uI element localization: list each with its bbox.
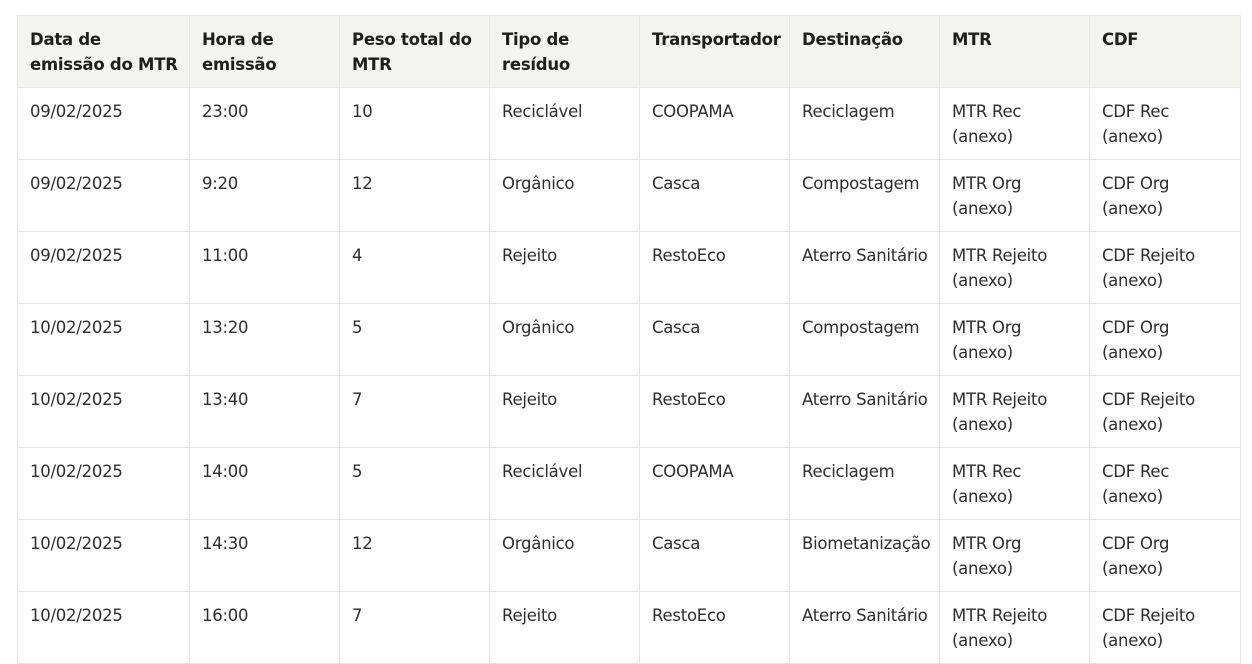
cell-mtr: MTR Rec (anexo) — [939, 447, 1090, 520]
column-header-data-emissao: Data de emissão do MTR — [17, 15, 190, 88]
cell-transportador: RestoEco — [639, 231, 790, 304]
table-row: 10/02/2025 13:20 5 Orgânico Casca Compos… — [17, 303, 1241, 376]
cell-peso-total: 7 — [339, 591, 490, 664]
cell-data-emissao: 09/02/2025 — [17, 231, 190, 304]
cell-destinacao: Reciclagem — [789, 87, 940, 160]
cell-peso-total: 10 — [339, 87, 490, 160]
cell-mtr: MTR Rec (anexo) — [939, 87, 1090, 160]
table-row: 10/02/2025 14:00 5 Reciclável COOPAMA Re… — [17, 447, 1241, 520]
cell-hora-emissao: 13:40 — [189, 375, 340, 448]
cell-hora-emissao: 23:00 — [189, 87, 340, 160]
column-header-hora-emissao: Hora de emissão — [189, 15, 340, 88]
cell-transportador: RestoEco — [639, 591, 790, 664]
cell-cdf: CDF Org (anexo) — [1089, 303, 1241, 376]
table-body: 09/02/2025 23:00 10 Reciclável COOPAMA R… — [17, 87, 1241, 664]
cell-peso-total: 12 — [339, 159, 490, 232]
cell-hora-emissao: 14:00 — [189, 447, 340, 520]
cell-tipo-residuo: Orgânico — [489, 519, 640, 592]
cell-tipo-residuo: Reciclável — [489, 447, 640, 520]
cell-cdf: CDF Org (anexo) — [1089, 519, 1241, 592]
cell-tipo-residuo: Orgânico — [489, 303, 640, 376]
cell-destinacao: Compostagem — [789, 159, 940, 232]
cell-transportador: Casca — [639, 159, 790, 232]
table-row: 10/02/2025 16:00 7 Rejeito RestoEco Ater… — [17, 591, 1241, 664]
cell-cdf: CDF Rec (anexo) — [1089, 87, 1241, 160]
cell-data-emissao: 10/02/2025 — [17, 303, 190, 376]
cell-tipo-residuo: Rejeito — [489, 231, 640, 304]
cell-tipo-residuo: Orgânico — [489, 159, 640, 232]
cell-peso-total: 5 — [339, 447, 490, 520]
cell-hora-emissao: 16:00 — [189, 591, 340, 664]
cell-mtr: MTR Org (anexo) — [939, 159, 1090, 232]
table-row: 09/02/2025 9:20 12 Orgânico Casca Compos… — [17, 159, 1241, 232]
table-row: 09/02/2025 23:00 10 Reciclável COOPAMA R… — [17, 87, 1241, 160]
cell-cdf: CDF Rejeito (anexo) — [1089, 231, 1241, 304]
cell-mtr: MTR Rejeito (anexo) — [939, 231, 1090, 304]
cell-tipo-residuo: Reciclável — [489, 87, 640, 160]
cell-hora-emissao: 11:00 — [189, 231, 340, 304]
cell-peso-total: 5 — [339, 303, 490, 376]
column-header-cdf: CDF — [1089, 15, 1241, 88]
cell-transportador: COOPAMA — [639, 447, 790, 520]
table-row: 10/02/2025 13:40 7 Rejeito RestoEco Ater… — [17, 375, 1241, 448]
cell-transportador: Casca — [639, 303, 790, 376]
cell-destinacao: Aterro Sanitário — [789, 375, 940, 448]
cell-data-emissao: 09/02/2025 — [17, 159, 190, 232]
cell-tipo-residuo: Rejeito — [489, 375, 640, 448]
column-header-tipo-residuo: Tipo de resíduo — [489, 15, 640, 88]
cell-cdf: CDF Rejeito (anexo) — [1089, 375, 1241, 448]
cell-data-emissao: 10/02/2025 — [17, 447, 190, 520]
column-header-destinacao: Destinação — [789, 15, 940, 88]
cell-destinacao: Compostagem — [789, 303, 940, 376]
cell-mtr: MTR Org (anexo) — [939, 303, 1090, 376]
table-row: 09/02/2025 11:00 4 Rejeito RestoEco Ater… — [17, 231, 1241, 304]
cell-transportador: COOPAMA — [639, 87, 790, 160]
cell-data-emissao: 10/02/2025 — [17, 375, 190, 448]
cell-destinacao: Biometanização — [789, 519, 940, 592]
cell-cdf: CDF Org (anexo) — [1089, 159, 1241, 232]
cell-peso-total: 4 — [339, 231, 490, 304]
cell-peso-total: 12 — [339, 519, 490, 592]
cell-cdf: CDF Rec (anexo) — [1089, 447, 1241, 520]
column-header-mtr: MTR — [939, 15, 1090, 88]
cell-destinacao: Aterro Sanitário — [789, 231, 940, 304]
cell-mtr: MTR Org (anexo) — [939, 519, 1090, 592]
cell-mtr: MTR Rejeito (anexo) — [939, 591, 1090, 664]
cell-peso-total: 7 — [339, 375, 490, 448]
table-row: 10/02/2025 14:30 12 Orgânico Casca Biome… — [17, 519, 1241, 592]
cell-mtr: MTR Rejeito (anexo) — [939, 375, 1090, 448]
cell-transportador: RestoEco — [639, 375, 790, 448]
cell-destinacao: Reciclagem — [789, 447, 940, 520]
cell-data-emissao: 10/02/2025 — [17, 591, 190, 664]
cell-hora-emissao: 13:20 — [189, 303, 340, 376]
cell-cdf: CDF Rejeito (anexo) — [1089, 591, 1241, 664]
cell-tipo-residuo: Rejeito — [489, 591, 640, 664]
column-header-transportador: Transportador — [639, 15, 790, 88]
cell-destinacao: Aterro Sanitário — [789, 591, 940, 664]
column-header-peso-total: Peso total do MTR — [339, 15, 490, 88]
mtr-table: Data de emissão do MTR Hora de emissão P… — [17, 15, 1241, 664]
cell-hora-emissao: 14:30 — [189, 519, 340, 592]
header-row: Data de emissão do MTR Hora de emissão P… — [17, 15, 1241, 88]
cell-transportador: Casca — [639, 519, 790, 592]
cell-hora-emissao: 9:20 — [189, 159, 340, 232]
cell-data-emissao: 09/02/2025 — [17, 87, 190, 160]
mtr-table-container: Data de emissão do MTR Hora de emissão P… — [17, 15, 1241, 664]
table-header: Data de emissão do MTR Hora de emissão P… — [17, 15, 1241, 88]
cell-data-emissao: 10/02/2025 — [17, 519, 190, 592]
